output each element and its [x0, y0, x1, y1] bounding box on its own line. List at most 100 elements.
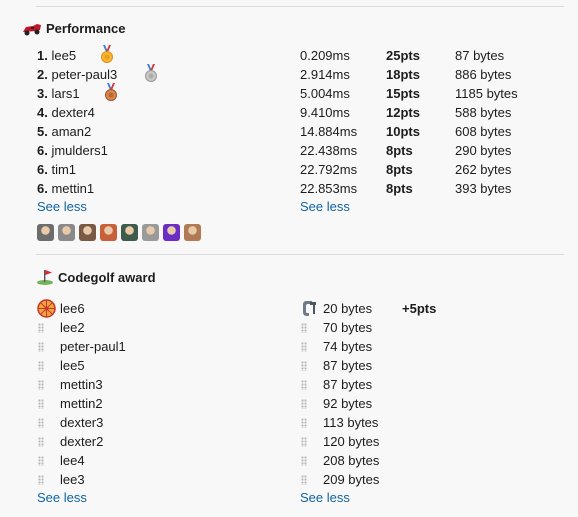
rank-number: 4.	[37, 105, 48, 120]
player-name: aman2	[51, 124, 92, 139]
codegolf-row: lee3 209 bytes	[0, 470, 578, 489]
byte-size: 262 bytes	[455, 162, 512, 177]
rank-and-name: 6. mettin1	[37, 179, 94, 198]
byte-size: 87 bytes	[323, 377, 373, 392]
performance-row: 6. tim1 22.792ms 8pts 262 bytes	[0, 160, 578, 179]
byte-size: 290 bytes	[455, 143, 512, 158]
performance-row: 5. aman2 14.884ms 10pts 608 bytes	[0, 122, 578, 141]
drag-handle-icon[interactable]	[301, 361, 307, 371]
player-name: peter-paul3	[51, 67, 118, 82]
byte-size: 208 bytes	[323, 453, 380, 468]
performance-row: 3. lars1 5.004ms 15pts 1185 bytes	[0, 83, 578, 103]
execution-time: 2.914ms	[300, 67, 350, 82]
gold-medal-icon	[100, 45, 114, 63]
avatar[interactable]	[79, 224, 96, 241]
rank-number: 1.	[37, 48, 48, 63]
drag-handle-icon[interactable]	[38, 399, 44, 409]
rank-number: 3.	[37, 86, 48, 101]
byte-size: 20 bytes	[323, 301, 373, 316]
points: 15pts	[386, 86, 420, 101]
performance-row: 4. dexter4 9.410ms 12pts 588 bytes	[0, 103, 578, 122]
codegolf-row: lee2 70 bytes	[0, 318, 578, 337]
avatar[interactable]	[184, 224, 201, 241]
avatar[interactable]	[163, 224, 180, 241]
byte-size: 92 bytes	[323, 396, 373, 411]
player-name: lee5	[60, 358, 85, 373]
rank-and-name: 5. aman2	[37, 122, 91, 141]
byte-size: 87 bytes	[455, 48, 505, 63]
drag-handle-icon[interactable]	[301, 475, 307, 485]
player-name: jmulders1	[51, 143, 108, 158]
drag-handle-icon[interactable]	[301, 418, 307, 428]
golf-flag-icon	[36, 269, 54, 285]
avatar[interactable]	[142, 224, 159, 241]
codegolf-row: lee6 20 bytes +5pts	[0, 299, 578, 318]
codegolf-see-less-left-link[interactable]: See less	[37, 490, 87, 505]
drag-handle-icon[interactable]	[38, 437, 44, 447]
codegolf-row: dexter2 120 bytes	[0, 432, 578, 451]
avatar[interactable]	[58, 224, 75, 241]
codegolf-row: mettin2 92 bytes	[0, 394, 578, 413]
points: 8pts	[386, 181, 413, 196]
byte-size: 70 bytes	[323, 320, 373, 335]
execution-time: 14.884ms	[300, 124, 358, 139]
codegolf-row: mettin3 87 bytes	[0, 375, 578, 394]
player-name: dexter4	[51, 105, 95, 120]
execution-time: 0.209ms	[300, 48, 350, 63]
player-name: dexter2	[60, 434, 104, 449]
performance-row: 2. peter-paul3 2.914ms 18pts 886 bytes	[0, 64, 578, 84]
byte-size: 393 bytes	[455, 181, 512, 196]
execution-time: 22.792ms	[300, 162, 358, 177]
player-name: lee6	[60, 301, 85, 316]
bonus-points: +5pts	[402, 301, 437, 316]
drag-handle-icon[interactable]	[38, 323, 44, 333]
divider-top	[36, 6, 564, 7]
performance-see-less-left-link[interactable]: See less	[37, 199, 87, 214]
avatar-strip	[37, 224, 201, 241]
codegolf-see-less-right-link[interactable]: See less	[300, 490, 350, 505]
codegolf-row: lee5 87 bytes	[0, 356, 578, 375]
points: 12pts	[386, 105, 420, 120]
byte-size: 209 bytes	[323, 472, 380, 487]
rank-and-name: 6. tim1	[37, 160, 76, 179]
drag-handle-icon[interactable]	[38, 456, 44, 466]
race-car-icon	[22, 22, 42, 36]
performance-row: 6. jmulders1 22.438ms 8pts 290 bytes	[0, 141, 578, 160]
rank-and-name: 6. jmulders1	[37, 141, 108, 160]
player-name: tim1	[51, 162, 77, 177]
drag-handle-icon[interactable]	[38, 418, 44, 428]
performance-row: 6. mettin1 22.853ms 8pts 393 bytes	[0, 179, 578, 198]
avatar[interactable]	[37, 224, 54, 241]
execution-time: 5.004ms	[300, 86, 350, 101]
execution-time: 22.438ms	[300, 143, 358, 158]
rank-number: 2.	[37, 67, 48, 82]
bronze-medal-icon	[104, 83, 118, 101]
byte-size: 113 bytes	[323, 415, 379, 430]
drag-handle-icon[interactable]	[301, 323, 307, 333]
drag-handle-icon[interactable]	[38, 475, 44, 485]
silver-medal-icon	[144, 64, 158, 82]
drag-handle-icon[interactable]	[301, 456, 307, 466]
performance-title-text: Performance	[46, 21, 126, 36]
drag-handle-icon[interactable]	[38, 361, 44, 371]
player-name: lee3	[60, 472, 85, 487]
rank-number: 6.	[37, 143, 48, 158]
avatar[interactable]	[100, 224, 117, 241]
execution-time: 22.853ms	[300, 181, 358, 196]
rank-and-name: 1. lee5	[37, 46, 76, 65]
player-name: mettin3	[60, 377, 103, 392]
drag-handle-icon[interactable]	[301, 437, 307, 447]
drag-handle-icon[interactable]	[38, 380, 44, 390]
avatar[interactable]	[121, 224, 138, 241]
codegolf-section-title: Codegolf award	[36, 269, 156, 285]
points: 8pts	[386, 162, 413, 177]
execution-time: 9.410ms	[300, 105, 350, 120]
drag-handle-icon[interactable]	[301, 399, 307, 409]
codegolf-title-text: Codegolf award	[58, 269, 156, 285]
rank-and-name: 2. peter-paul3	[37, 65, 117, 84]
drag-handle-icon[interactable]	[301, 380, 307, 390]
drag-handle-icon[interactable]	[38, 342, 44, 352]
performance-see-less-right-link[interactable]: See less	[300, 199, 350, 214]
drag-handle-icon[interactable]	[301, 342, 307, 352]
player-name: lee5	[51, 48, 77, 63]
